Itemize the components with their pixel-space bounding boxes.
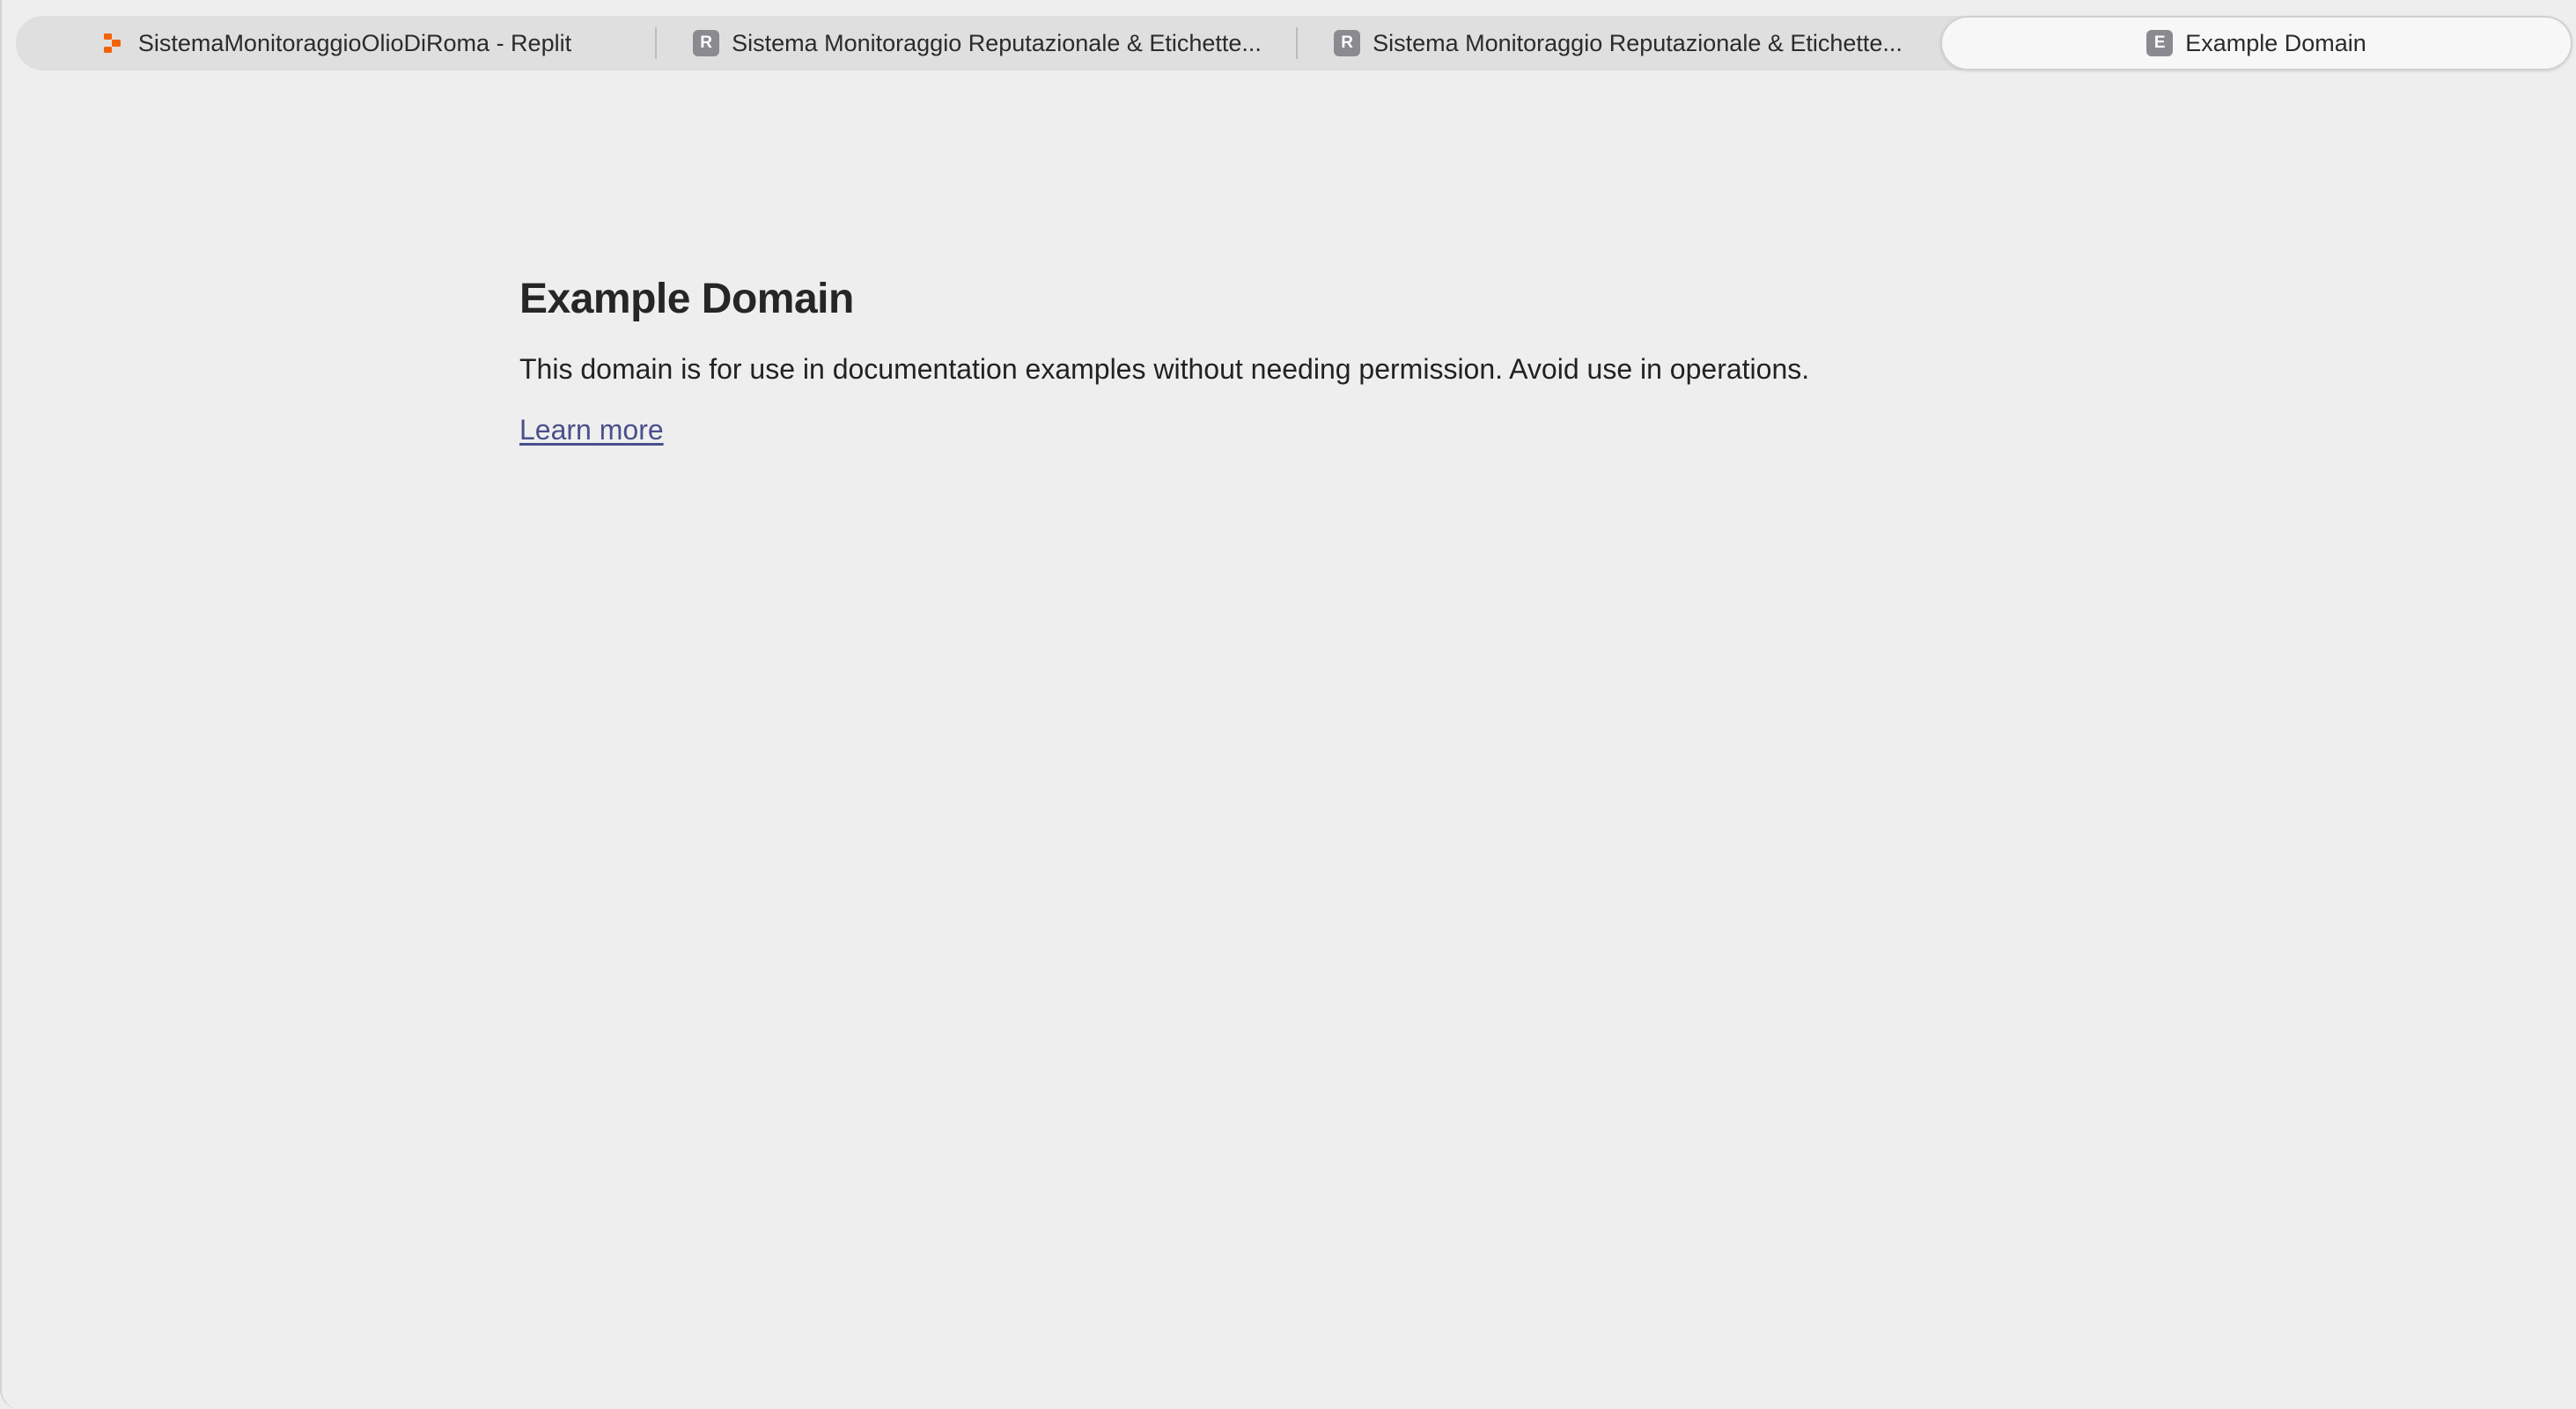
tab-example-domain[interactable]: E Example Domain <box>1940 16 2572 70</box>
learn-more-link[interactable]: Learn more <box>519 414 664 446</box>
tab-sistema-monitoraggio-1[interactable]: R Sistema Monitoraggio Reputazionale & E… <box>657 16 1298 70</box>
tab-strip: SistemaMonitoraggioOlioDiRoma - Replit R… <box>16 16 2572 70</box>
tab-label: Example Domain <box>2185 29 2366 56</box>
page-content: Example Domain This domain is for use in… <box>519 275 2069 446</box>
tab-sistema-monitoraggio-2[interactable]: R Sistema Monitoraggio Reputazionale & E… <box>1298 16 1939 70</box>
tab-label: Sistema Monitoraggio Reputazionale & Eti… <box>732 29 1262 56</box>
tab-label: SistemaMonitoraggioOlioDiRoma - Replit <box>137 29 572 56</box>
tab-replit[interactable]: SistemaMonitoraggioOlioDiRoma - Replit <box>16 16 657 70</box>
e-letter-icon: E <box>2146 30 2174 56</box>
page-description: This domain is for use in documentation … <box>519 353 1810 385</box>
browser-window: SistemaMonitoraggioOlioDiRoma - Replit R… <box>0 0 2576 1409</box>
replit-icon <box>103 33 121 53</box>
tab-label: Sistema Monitoraggio Reputazionale & Eti… <box>1373 29 1903 56</box>
r-letter-icon: R <box>1334 30 1361 56</box>
page-title: Example Domain <box>519 276 854 322</box>
r-letter-icon: R <box>693 30 720 56</box>
